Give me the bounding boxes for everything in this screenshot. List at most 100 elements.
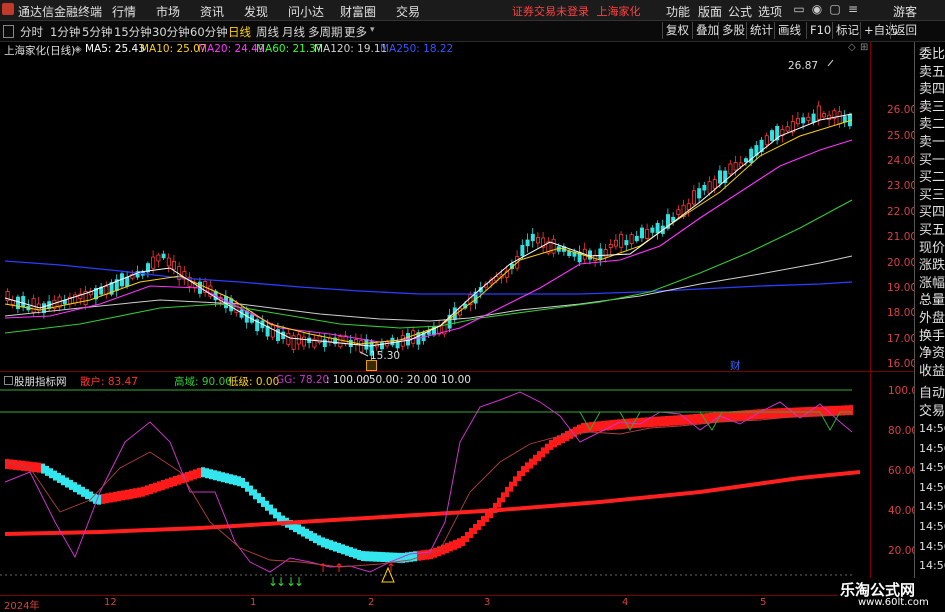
ribbon-segment	[253, 489, 257, 500]
period-60min[interactable]: 60分钟	[190, 24, 228, 40]
ribbon-segment	[109, 492, 113, 503]
ribbon-segment	[265, 500, 269, 511]
settings-icon[interactable]: ≡	[846, 2, 860, 16]
candle	[697, 188, 702, 199]
menu-discover[interactable]: 发现	[244, 3, 268, 20]
quote-panel-label[interactable]: 14:56	[919, 498, 945, 516]
ribbon-segment	[329, 540, 333, 551]
quote-panel-label[interactable]: 14:56	[919, 420, 945, 438]
current-stock-name: 上海家化	[596, 5, 641, 18]
menu-wealth[interactable]: 财富圈	[340, 3, 376, 20]
menu-wenxiaoda[interactable]: 问小达	[288, 3, 324, 20]
menu-market[interactable]: 市场	[156, 3, 180, 20]
chat-icon[interactable]: ▢	[828, 2, 842, 16]
menu-options[interactable]: 选项	[758, 3, 782, 20]
trade-notice: 证券交易未登录 上海家化	[512, 3, 641, 19]
quote-panel-label[interactable]: 14:56	[919, 459, 945, 477]
restore-icon[interactable]: ▭	[792, 2, 806, 16]
ribbon-segment	[273, 508, 277, 519]
candlestick-chart[interactable]	[0, 42, 870, 370]
ribbon-segment	[229, 474, 233, 485]
ribbon-segment	[589, 422, 593, 433]
ribbon-segment	[765, 408, 769, 419]
f10-button[interactable]: F10	[806, 22, 834, 39]
theme-icon[interactable]: ◉	[810, 2, 824, 16]
period-1min[interactable]: 1分钟	[50, 24, 80, 40]
period-intraday[interactable]: 分时	[20, 24, 43, 40]
candle	[530, 233, 535, 242]
menu-layout[interactable]: 版面	[698, 3, 722, 20]
period-daily[interactable]: 日线	[228, 24, 251, 40]
ribbon-segment	[57, 472, 61, 483]
ribbon-segment	[325, 538, 329, 549]
back-button[interactable]: 返回	[890, 22, 920, 39]
indicator-chart[interactable]: ↓↓ ↓↓↑ ↑ ↑	[0, 372, 870, 594]
period-more[interactable]: 更多	[344, 24, 367, 40]
ribbon-segment	[481, 516, 485, 526]
ribbon-segment	[677, 415, 681, 426]
candle	[816, 105, 821, 120]
period-30min[interactable]: 30分钟	[152, 24, 190, 40]
ribbon-segment	[333, 541, 337, 552]
multi-stock-button[interactable]: 多股	[718, 22, 748, 39]
ribbon-segment	[561, 433, 565, 444]
period-weekly[interactable]: 周线	[256, 24, 279, 40]
quote-panel-label[interactable]: 14:56	[919, 440, 945, 458]
menu-trade[interactable]: 交易	[396, 3, 420, 20]
mark-button[interactable]: 标记	[832, 22, 862, 39]
candle	[151, 256, 156, 269]
menu-function[interactable]: 功能	[666, 3, 690, 20]
ribbon-segment	[125, 489, 129, 500]
quote-panel-label[interactable]: 交易	[919, 403, 945, 421]
quote-panel-label[interactable]: 14:56	[919, 479, 945, 497]
candle	[728, 163, 733, 175]
period-5min[interactable]: 5分钟	[82, 24, 112, 40]
ribbon-segment	[153, 482, 157, 493]
period-multi[interactable]: 多周期	[308, 24, 343, 40]
adjust-button[interactable]: 复权	[662, 22, 692, 39]
ribbon-segment	[213, 470, 217, 481]
candle	[806, 116, 811, 121]
price-tick: 23.00	[887, 180, 918, 192]
guest-label[interactable]: 游客	[893, 3, 917, 20]
ribbon-segment	[261, 496, 265, 507]
ma120-line	[4, 255, 853, 322]
period-monthly[interactable]: 月线	[282, 24, 305, 40]
statistics-button[interactable]: 统计	[746, 22, 776, 39]
ribbon-segment	[501, 492, 505, 503]
draw-line-button[interactable]: 画线	[774, 22, 804, 39]
ribbon-segment	[201, 467, 205, 478]
quote-panel-label[interactable]: 14:56	[919, 538, 945, 556]
date-label: 5	[760, 597, 767, 608]
menu-quotes[interactable]: 行情	[112, 3, 136, 20]
ribbon-segment	[473, 524, 477, 534]
ribbon-segment	[553, 437, 557, 448]
event-marker-icon[interactable]	[366, 360, 377, 371]
quote-panel-label[interactable]: 14:56	[919, 518, 945, 536]
period-15min[interactable]: 15分钟	[114, 24, 152, 40]
chevron-down-icon[interactable]: ▾	[370, 25, 375, 35]
ribbon-segment	[101, 493, 105, 504]
menu-news[interactable]: 资讯	[200, 3, 224, 20]
menu-formula[interactable]: 公式	[728, 3, 752, 20]
ribbon-segment	[637, 417, 641, 428]
ribbon-segment	[33, 462, 37, 473]
ribbon-segment	[313, 533, 317, 544]
ribbon-segment	[301, 526, 305, 537]
price-tick: 24.00	[887, 155, 918, 167]
ribbon-segment	[781, 408, 785, 419]
ribbon-segment	[665, 416, 669, 426]
quote-panel-label[interactable]: 14:56	[919, 557, 945, 575]
period-menu-icon[interactable]	[3, 25, 14, 38]
ribbon-segment	[653, 416, 657, 427]
candle	[598, 248, 603, 260]
date-label: 3	[484, 597, 491, 608]
candle	[223, 296, 228, 309]
ribbon-segment	[533, 454, 537, 465]
app-logo-icon	[2, 3, 14, 15]
ribbon-segment	[413, 551, 417, 562]
ribbon-segment	[321, 537, 325, 548]
quote-panel-label[interactable]: 自动	[919, 385, 945, 403]
ribbon-segment	[49, 468, 53, 479]
ribbon-segment	[549, 439, 553, 450]
